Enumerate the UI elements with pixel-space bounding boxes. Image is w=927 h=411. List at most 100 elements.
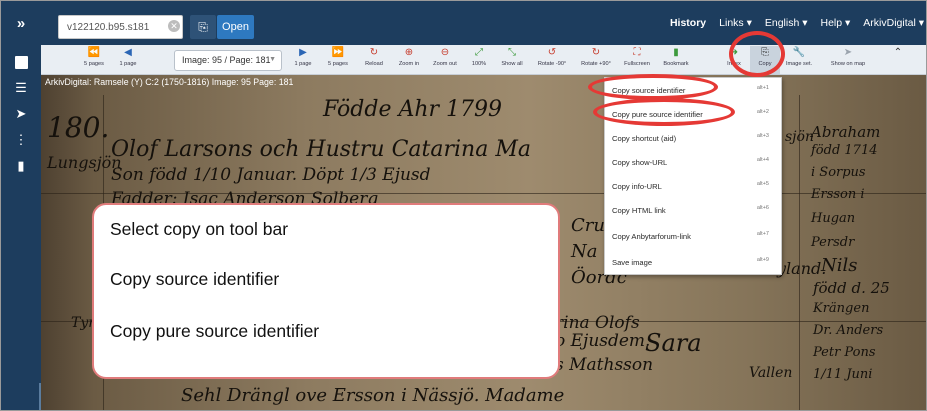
handwriting: rina Olofs xyxy=(555,313,640,333)
handwriting: o Ejusdem. xyxy=(555,331,651,351)
clear-icon[interactable]: ✕ xyxy=(168,20,180,32)
double-chevron-right-icon[interactable]: » xyxy=(1,1,41,45)
bookmark-button[interactable]: ▮ Bookmark xyxy=(658,46,694,74)
menu-shortcut: alt+5 xyxy=(756,181,769,187)
reload-button[interactable]: ↻ Reload xyxy=(359,46,389,74)
menu-icon[interactable]: ☰ xyxy=(1,75,41,101)
account-menu[interactable]: ArkivDigital ▾ xyxy=(863,17,924,29)
viewer-window: » v122120.b95.s181 ✕ ⎘ Open History Link… xyxy=(0,0,927,411)
navigation-arrow-icon[interactable]: ➤ xyxy=(1,101,41,127)
image-page-select[interactable]: Image: 95 / Page: 181 ▼ xyxy=(174,50,282,71)
menu-item-copy-show-url[interactable]: Copy show-URL alt+4 xyxy=(605,150,783,176)
button-label: Zoom out xyxy=(433,61,457,67)
back-1-page-button[interactable]: ◀ 1 page xyxy=(113,46,143,74)
handwriting: 180. xyxy=(47,111,110,144)
button-label: Show all xyxy=(501,61,523,67)
menu-item-label: Copy shortcut (aid) xyxy=(612,134,677,143)
menu-shortcut: alt+4 xyxy=(756,157,769,163)
handwriting: Olof Larsons och Hustru Catarina Ma xyxy=(111,137,531,162)
button-label: Rotate +90° xyxy=(581,61,611,67)
link-icon[interactable]: ⎘ xyxy=(190,15,216,39)
button-label: 1 page xyxy=(294,61,312,67)
zoom-out-icon: ⊖ xyxy=(440,47,450,58)
handwriting: Sara xyxy=(645,329,702,357)
menu-item-copy-shortcut[interactable]: Copy shortcut (aid) alt+3 xyxy=(605,126,783,152)
fast-back-icon: ⏪ xyxy=(87,47,101,58)
handwriting: Na xyxy=(571,241,598,262)
handwriting: Hugan xyxy=(811,211,856,226)
rotate-right-button[interactable]: ↻ Rotate +90° xyxy=(576,46,616,74)
show-on-map-button[interactable]: ➤ Show on map xyxy=(827,46,869,74)
handwriting: s Mathsson xyxy=(555,355,654,375)
expand-icon: ⤢ xyxy=(475,47,483,58)
button-label: 5 pages xyxy=(84,61,104,67)
bookmark-icon[interactable]: ▮ xyxy=(1,153,41,179)
handwriting: Persdr xyxy=(811,235,855,250)
menu-item-copy-info-url[interactable]: Copy info-URL alt+5 xyxy=(605,174,783,200)
forward-icon: ▶ xyxy=(299,47,307,58)
handwriting: född 1714 xyxy=(811,143,878,158)
menu-item-label: Copy info-URL xyxy=(612,182,662,191)
zoom-out-button[interactable]: ⊖ Zoom out xyxy=(428,46,462,74)
handwriting: i Sorpus xyxy=(811,165,866,180)
forward-1-page-button[interactable]: ▶ 1 page xyxy=(288,46,318,74)
language-menu[interactable]: English ▾ xyxy=(765,17,808,29)
button-label: 1 page xyxy=(119,61,137,67)
actual-size-button[interactable]: ⤢ 100% xyxy=(466,46,492,74)
tree-icon[interactable]: ⋮ xyxy=(1,127,41,153)
menu-item-copy-html-link[interactable]: Copy HTML link alt+6 xyxy=(605,198,783,224)
left-sidebar: ☰ ➤ ⋮ ▮ xyxy=(1,45,41,410)
collapse-toolbar-button[interactable]: ⌃ xyxy=(889,46,907,74)
menu-shortcut: alt+3 xyxy=(756,133,769,139)
chevron-up-icon: ⌃ xyxy=(893,47,903,58)
source-identifier-input[interactable]: v122120.b95.s181 xyxy=(58,15,183,39)
show-all-button[interactable]: ⤡ Show all xyxy=(496,46,528,74)
rotate-left-icon: ↺ xyxy=(547,47,557,58)
back-5-pages-button[interactable]: ⏪ 5 pages xyxy=(79,46,109,74)
handwriting: Abraham xyxy=(811,123,881,141)
button-label: 100% xyxy=(471,61,487,67)
zoom-in-icon: ⊕ xyxy=(404,47,414,58)
menu-item-label: Copy HTML link xyxy=(612,206,666,215)
highlight-ellipse-source-identifier xyxy=(588,74,718,100)
button-label: Rotate -90° xyxy=(537,61,567,67)
instruction-callout: Select copy on tool bar Copy source iden… xyxy=(92,203,560,379)
menu-shortcut: alt+9 xyxy=(756,257,769,263)
image-page-value: Image: 95 / Page: 181 xyxy=(182,55,271,65)
instruction-line-2: Copy source identifier xyxy=(110,269,280,289)
forward-5-pages-button[interactable]: ⏩ 5 pages xyxy=(323,46,353,74)
highlight-ellipse-copy-button xyxy=(729,31,785,77)
top-bar: » v122120.b95.s181 ✕ ⎘ Open History Link… xyxy=(1,1,926,45)
button-label: Bookmark xyxy=(663,61,689,67)
menu-item-label: Save image xyxy=(612,258,653,267)
open-button[interactable]: Open xyxy=(217,15,254,39)
menu-shortcut: alt+2 xyxy=(756,109,769,115)
zoom-in-button[interactable]: ⊕ Zoom in xyxy=(393,46,425,74)
handwriting: Vallen xyxy=(749,365,793,381)
menu-item-save-image[interactable]: Save image alt+9 xyxy=(605,250,783,276)
handwriting: Krängen xyxy=(813,301,870,316)
menu-shortcut: alt+1 xyxy=(756,85,769,91)
image-settings-button[interactable]: 🔧 Image set. xyxy=(783,46,815,74)
handwriting: Födde Ahr 1799 xyxy=(323,97,503,122)
image-icon[interactable] xyxy=(1,49,41,75)
history-link[interactable]: History xyxy=(670,17,706,29)
button-label: Image set. xyxy=(785,61,813,67)
handwriting: Petr Pons xyxy=(813,345,876,360)
rotate-left-button[interactable]: ↺ Rotate -90° xyxy=(532,46,572,74)
bookmark-icon: ▮ xyxy=(673,47,679,58)
handwriting: Dr. Anders xyxy=(813,323,884,338)
menu-item-copy-anbytarforum-link[interactable]: Copy Anbytarforum-link alt+7 xyxy=(605,224,783,250)
fast-forward-icon: ⏩ xyxy=(331,47,345,58)
handwriting: Son född 1/10 Januar. Döpt 1/3 Ejusd xyxy=(111,165,431,185)
button-label: Reload xyxy=(365,61,383,67)
fullscreen-button[interactable]: ⛶ Fullscreen xyxy=(620,46,654,74)
button-label: 5 pages xyxy=(328,61,348,67)
handwriting: Sehl Drängl ove Ersson i Nässjö. Madame xyxy=(181,385,565,406)
handwriting: Nils xyxy=(821,255,858,276)
handwriting: född d. 25 xyxy=(813,279,890,297)
links-menu[interactable]: Links ▾ xyxy=(719,17,752,29)
help-menu[interactable]: Help ▾ xyxy=(821,17,851,29)
button-label: Fullscreen xyxy=(624,61,650,67)
handwriting: Ersson i xyxy=(811,187,865,202)
